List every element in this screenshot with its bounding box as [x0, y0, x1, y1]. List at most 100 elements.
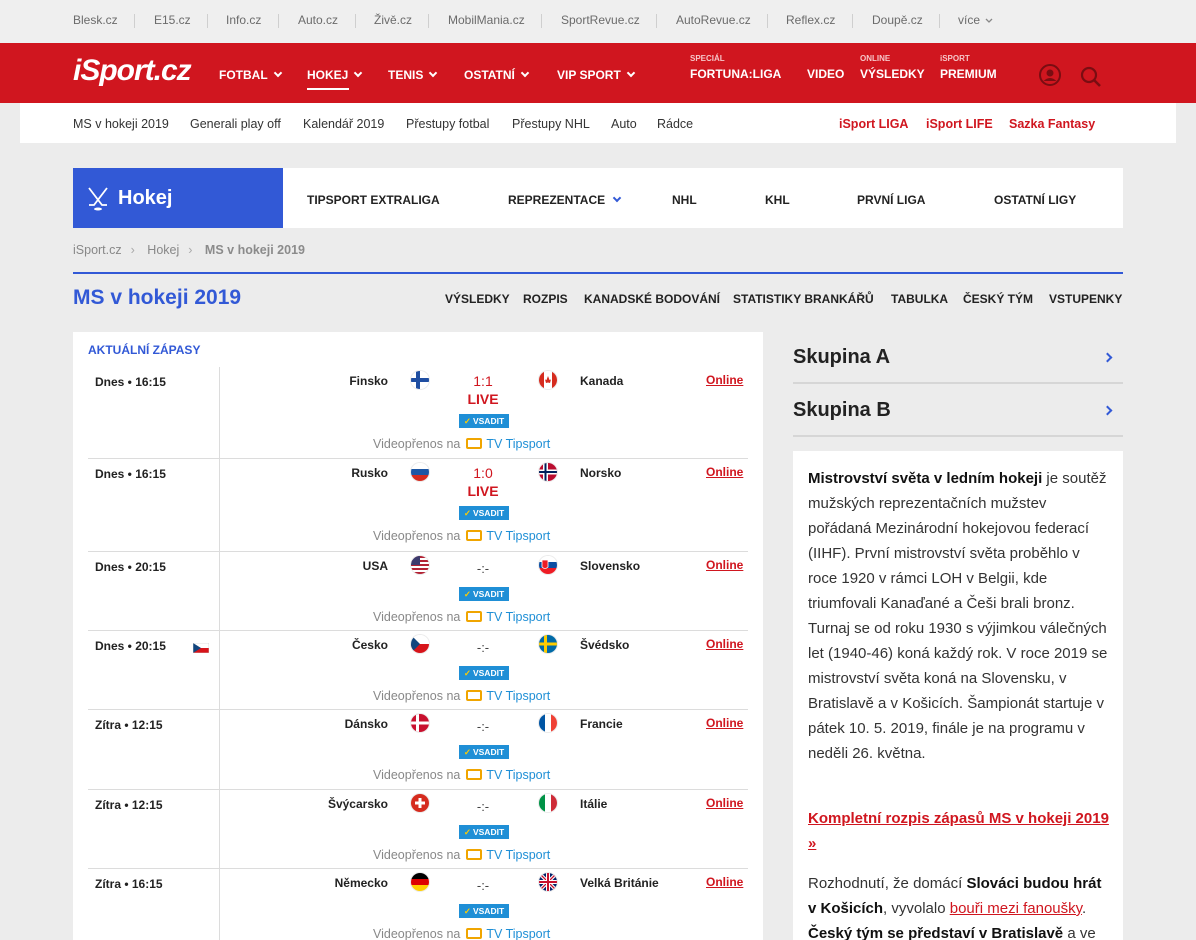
online-link[interactable]: Online — [706, 637, 743, 651]
full-schedule-link[interactable]: Kompletní rozpis zápasů MS v hokeji 2019… — [808, 810, 1109, 852]
check-icon: ✓ — [463, 668, 471, 678]
nav-tenis[interactable]: TENIS — [388, 68, 438, 82]
tab-reprezentace[interactable]: REPREZENTACE — [508, 193, 622, 207]
page-subnav-vstupenky[interactable]: VSTUPENKY — [1049, 292, 1122, 306]
away-team: Slovensko — [580, 559, 641, 573]
section-brand[interactable]: Hokej — [73, 168, 283, 228]
network-link[interactable]: Blesk.cz — [73, 13, 118, 27]
bet-button[interactable]: ✓ VSADIT — [459, 506, 509, 520]
divider — [134, 14, 135, 28]
online-link[interactable]: Online — [706, 558, 743, 572]
group-a-link[interactable]: Skupina A — [793, 332, 1123, 384]
nav-fotbal[interactable]: FOTBAL — [219, 68, 282, 82]
tab-ostatni-ligy[interactable]: OSTATNÍ LIGY — [994, 193, 1076, 207]
online-link[interactable]: Online — [706, 716, 743, 730]
network-link[interactable]: MobilMania.cz — [448, 13, 525, 27]
subnav-link[interactable]: Kalendář 2019 — [303, 117, 384, 131]
promo-vysledky[interactable]: ONLINE VÝSLEDKY — [860, 54, 930, 84]
subnav-link[interactable]: Přestupy NHL — [512, 117, 590, 131]
page-subnav-statistiky-brankaru[interactable]: STATISTIKY BRANKÁŘŮ — [733, 292, 874, 306]
network-link[interactable]: Doupě.cz — [872, 13, 923, 27]
tab-nhl[interactable]: NHL — [672, 193, 697, 207]
match-row[interactable]: Dnes • 16:15 Rusko 1:0 LIVE Norsko Online ✓ VSA… — [88, 459, 748, 552]
video-stream-link[interactable]: Videopřenos na TV Tipsport — [373, 768, 550, 782]
fans-storm-link[interactable]: bouři mezi fanoušky — [950, 900, 1082, 917]
breadcrumb-item[interactable]: iSport.cz — [73, 243, 122, 257]
check-icon: ✓ — [463, 747, 471, 757]
page-subnav-vysledky[interactable]: VÝSLEDKY — [445, 292, 510, 306]
check-icon: ✓ — [463, 416, 471, 426]
sub-navigation: MS v hokeji 2019 Generali play off Kalen… — [20, 103, 1176, 143]
tab-khl[interactable]: KHL — [765, 193, 790, 207]
match-row[interactable]: Dnes • 16:15 Finsko 1:1 LIVE Kanada Online ✓ VS… — [88, 367, 748, 459]
subnav-link[interactable]: Generali play off — [190, 117, 281, 131]
match-score: -:- — [476, 878, 490, 893]
subnav-link[interactable]: Rádce — [657, 117, 693, 131]
network-link[interactable]: AutoRevue.cz — [676, 13, 751, 27]
match-score: 1:1 — [473, 373, 493, 389]
nav-hokej[interactable]: HOKEJ — [307, 68, 363, 90]
match-score: 1:0 — [473, 465, 493, 481]
russia-flag-icon — [411, 463, 429, 481]
match-row[interactable]: Dnes • 20:15 Česko -:- Švédsko Online ✓ VSADIT… — [88, 631, 748, 710]
subnav-link[interactable]: Auto — [611, 117, 637, 131]
promo-fortuna-liga[interactable]: SPECIÁL FORTUNA:LIGA — [690, 54, 790, 84]
page-subnav-tabulka[interactable]: TABULKA — [891, 292, 948, 306]
group-b-link[interactable]: Skupina B — [793, 385, 1123, 437]
network-link[interactable]: Reflex.cz — [786, 13, 835, 27]
divider — [219, 631, 220, 710]
divider — [73, 272, 1123, 274]
isport-liga-link[interactable]: iSport LIGA — [839, 117, 908, 131]
network-link[interactable]: Auto.cz — [298, 13, 338, 27]
video-stream-link[interactable]: Videopřenos na TV Tipsport — [373, 848, 550, 862]
video-stream-link[interactable]: Videopřenos na TV Tipsport — [373, 689, 550, 703]
online-link[interactable]: Online — [706, 875, 743, 889]
info-paragraph: Kompletní rozpis zápasů MS v hokeji 2019… — [808, 806, 1113, 856]
match-row[interactable]: Zítra • 12:15 Dánsko -:- Francie Online ✓ VSAD… — [88, 710, 748, 790]
video-stream-link[interactable]: Videopřenos na TV Tipsport — [373, 437, 550, 451]
subnav-link[interactable]: MS v hokeji 2019 — [73, 117, 169, 131]
divider — [852, 14, 853, 28]
tab-tipsport-extraliga[interactable]: TIPSPORT EXTRALIGA — [307, 193, 440, 207]
search-icon[interactable] — [1080, 66, 1102, 88]
chevron-right-icon: › — [188, 243, 193, 257]
isport-life-link[interactable]: iSport LIFE — [926, 117, 993, 131]
breadcrumb-item[interactable]: Hokej — [147, 243, 179, 257]
site-logo[interactable]: iSport.cz — [73, 54, 192, 88]
tab-prvni-liga[interactable]: PRVNÍ LIGA — [857, 193, 925, 207]
user-icon[interactable] — [1039, 64, 1061, 86]
network-link[interactable]: Živě.cz — [374, 13, 412, 27]
page-subnav-cesky-tym[interactable]: ČESKÝ TÝM — [963, 292, 1033, 306]
online-link[interactable]: Online — [706, 796, 743, 810]
bet-button[interactable]: ✓ VSADIT — [459, 666, 509, 680]
video-stream-link[interactable]: Videopřenos na TV Tipsport — [373, 610, 550, 624]
subnav-link[interactable]: Přestupy fotbal — [406, 117, 489, 131]
promo-premium[interactable]: iSPORT PREMIUM — [940, 54, 1005, 84]
divider — [219, 790, 220, 869]
home-team: USA — [362, 559, 388, 573]
match-row[interactable]: Zítra • 16:15 Německo -:- Velká Británie Onl… — [88, 869, 748, 940]
network-link[interactable]: SportRevue.cz — [561, 13, 640, 27]
nav-ostatni[interactable]: OSTATNÍ — [464, 68, 530, 82]
sazka-fantasy-link[interactable]: Sazka Fantasy — [1009, 117, 1095, 131]
online-link[interactable]: Online — [706, 373, 743, 387]
promo-video[interactable]: VIDEO — [807, 54, 847, 84]
page-subnav-kanadske-bodovani[interactable]: KANADSKÉ BODOVÁNÍ — [584, 292, 720, 306]
nav-vip-sport[interactable]: VIP SPORT — [557, 68, 636, 82]
match-row[interactable]: Zítra • 12:15 Švýcarsko -:- Itálie Online ✓ VS… — [88, 790, 748, 869]
home-team: Německo — [334, 876, 388, 890]
online-link[interactable]: Online — [706, 465, 743, 479]
bet-button[interactable]: ✓ VSADIT — [459, 587, 509, 601]
network-link[interactable]: E15.cz — [154, 13, 191, 27]
bet-button[interactable]: ✓ VSADIT — [459, 745, 509, 759]
bet-button[interactable]: ✓ VSADIT — [459, 904, 509, 918]
video-stream-link[interactable]: Videopřenos na TV Tipsport — [373, 927, 550, 940]
more-link[interactable]: více — [958, 13, 993, 27]
network-link[interactable]: Info.cz — [226, 13, 261, 27]
match-row[interactable]: Dnes • 20:15 USA -:- Slovensko Online ✓ VSADIT… — [88, 552, 748, 631]
bet-button[interactable]: ✓ VSADIT — [459, 414, 509, 428]
main-header: iSport.cz FOTBAL HOKEJ TENIS OSTATNÍ VIP… — [0, 43, 1196, 103]
video-stream-link[interactable]: Videopřenos na TV Tipsport — [373, 529, 550, 543]
page-subnav-rozpis[interactable]: ROZPIS — [523, 292, 568, 306]
bet-button[interactable]: ✓ VSADIT — [459, 825, 509, 839]
